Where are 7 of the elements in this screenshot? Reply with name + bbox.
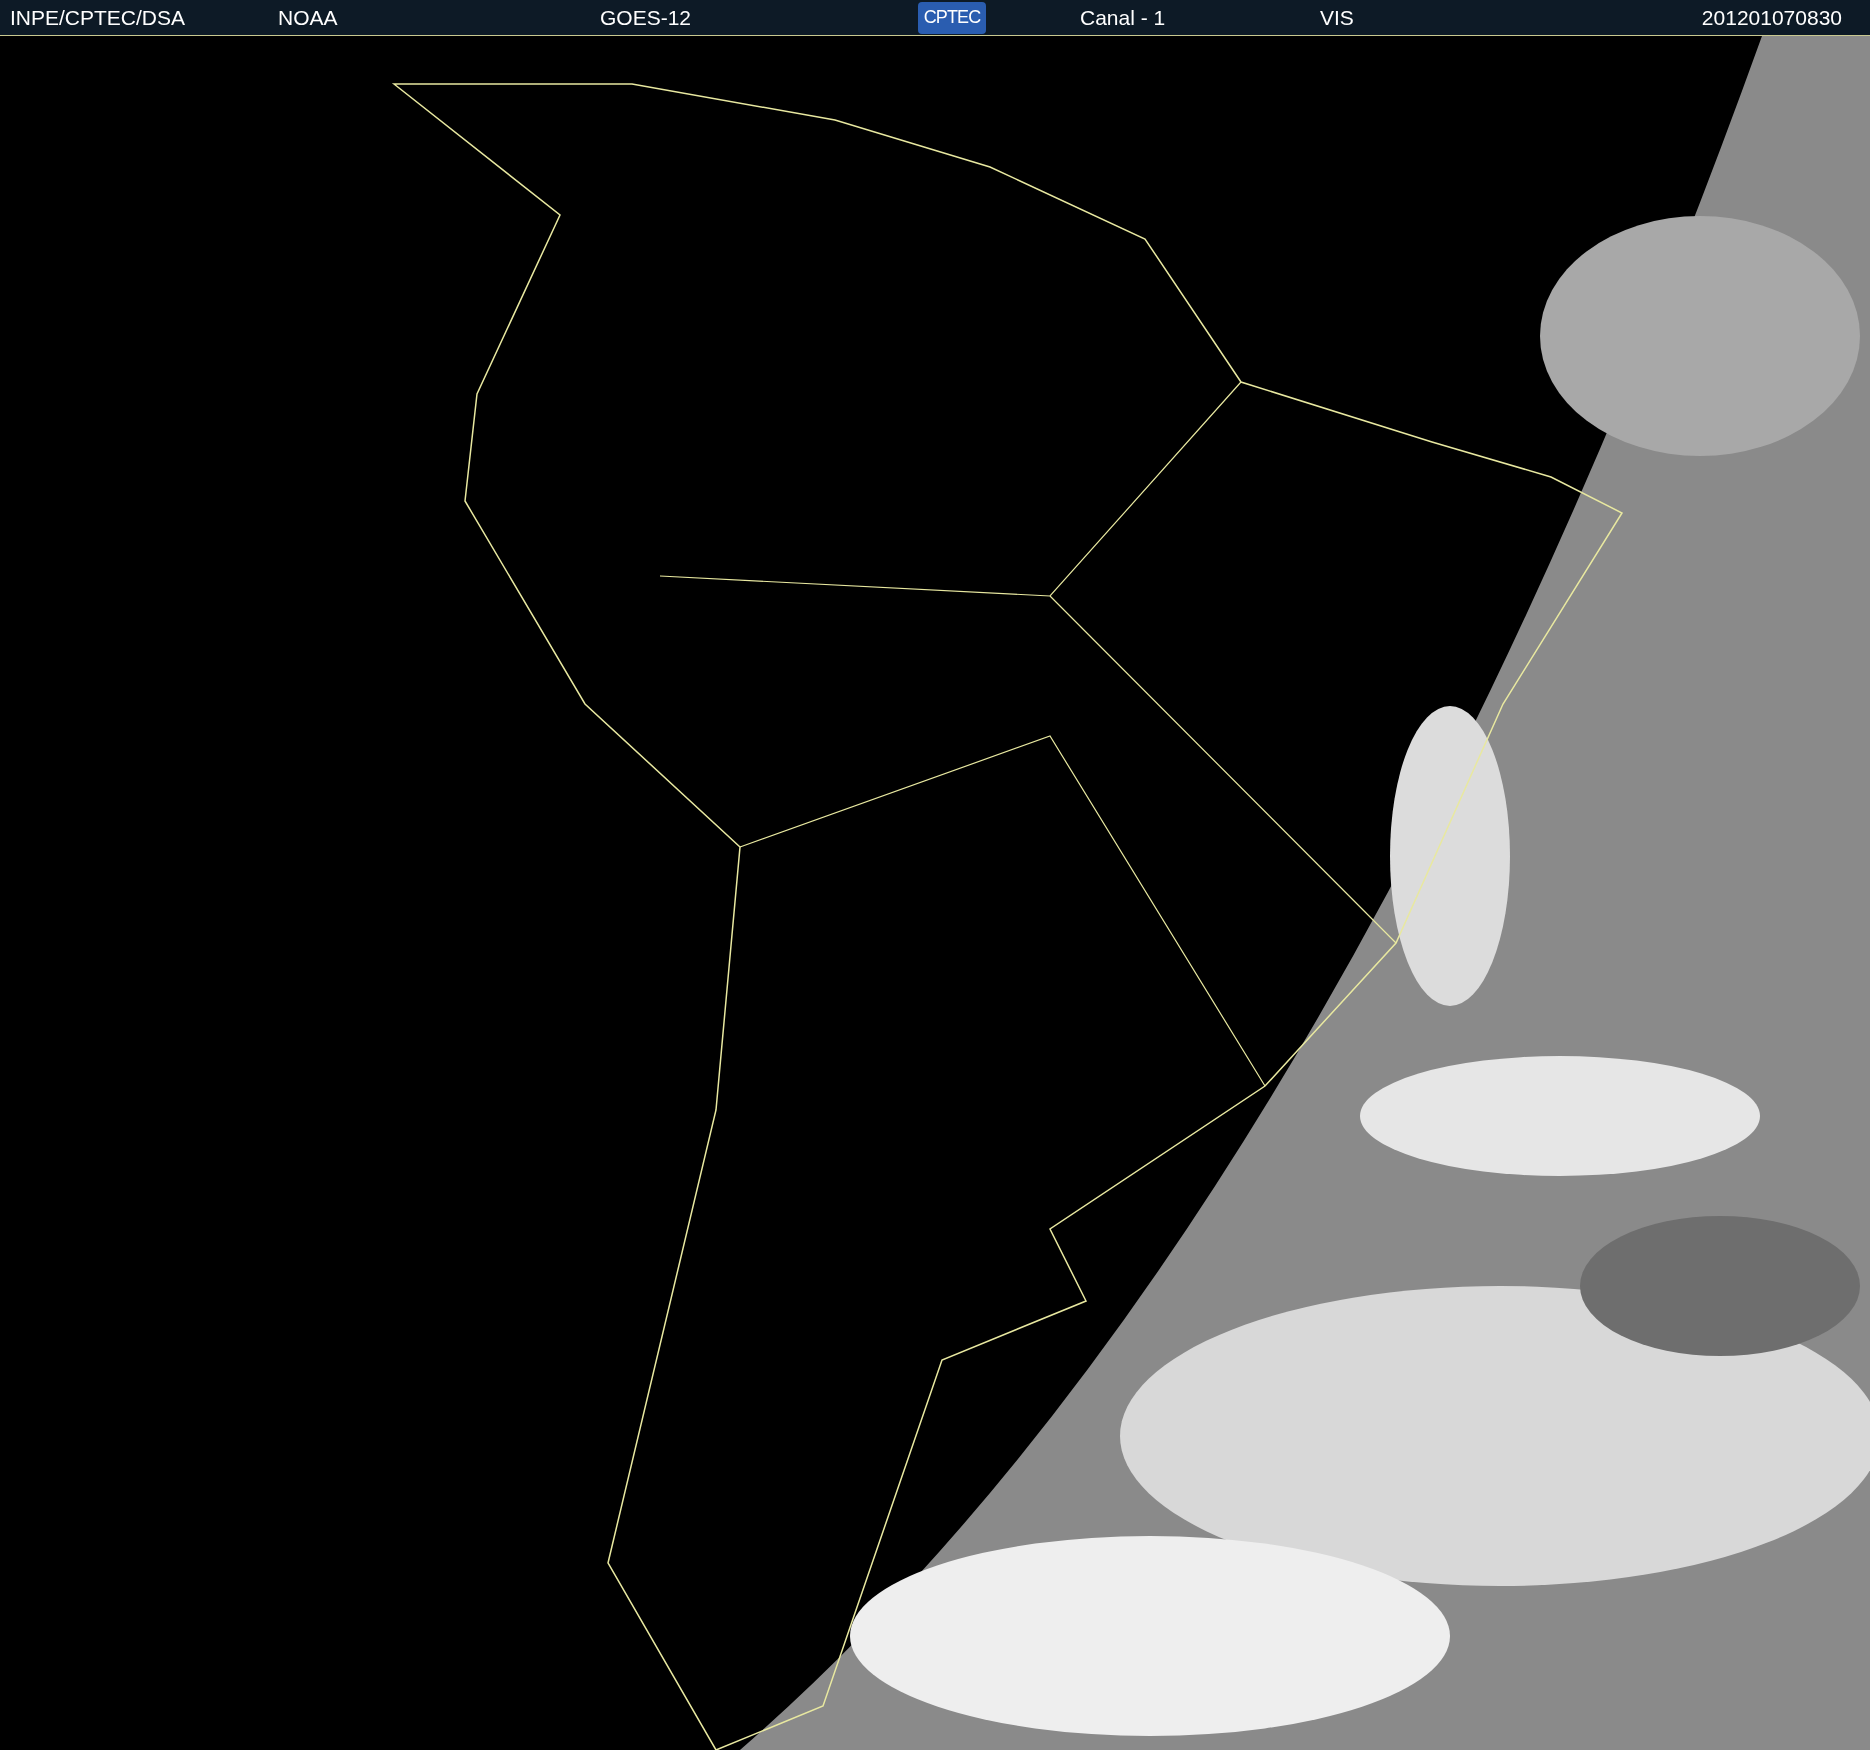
logo-badge: CPTEC (918, 1, 986, 34)
header-label: INPE/CPTEC/DSA (10, 5, 186, 29)
header-label: GOES-12 (600, 5, 692, 29)
header-label: VIS (1320, 5, 1354, 29)
header-label: 201201070830 (1701, 5, 1842, 29)
header-label: Canal - 1 (1080, 5, 1166, 29)
header-label: NOAA (278, 5, 338, 29)
